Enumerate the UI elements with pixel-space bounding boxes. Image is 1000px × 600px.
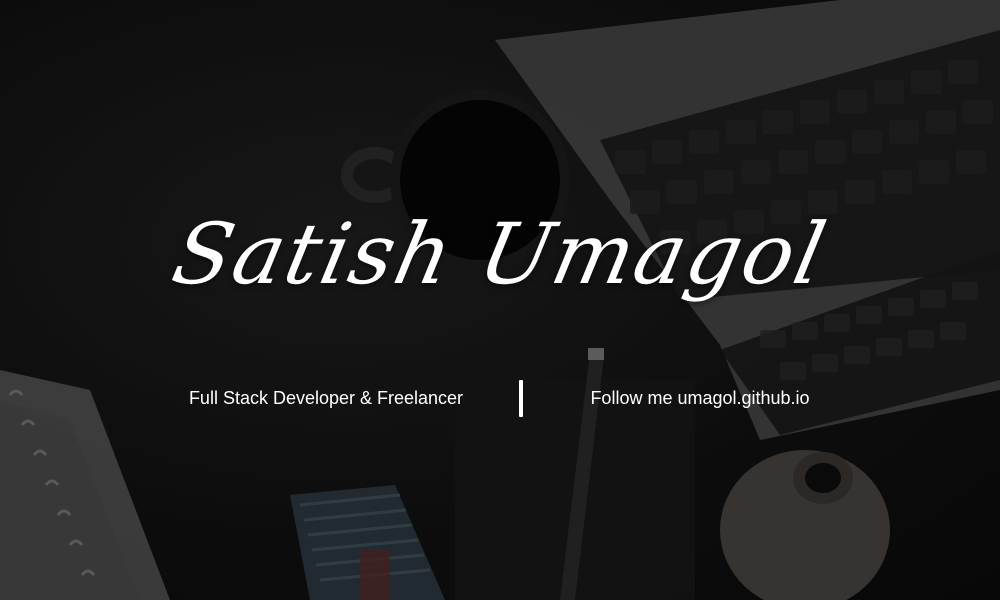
author-name: Satish Umagol <box>164 205 836 303</box>
follow-link[interactable]: Follow me umagol.github.io <box>540 388 860 409</box>
profile-banner: Satish Umagol Full Stack Developer & Fre… <box>0 0 1000 600</box>
divider-bar <box>519 380 523 417</box>
tagline-text: Full Stack Developer & Freelancer <box>188 388 464 408</box>
